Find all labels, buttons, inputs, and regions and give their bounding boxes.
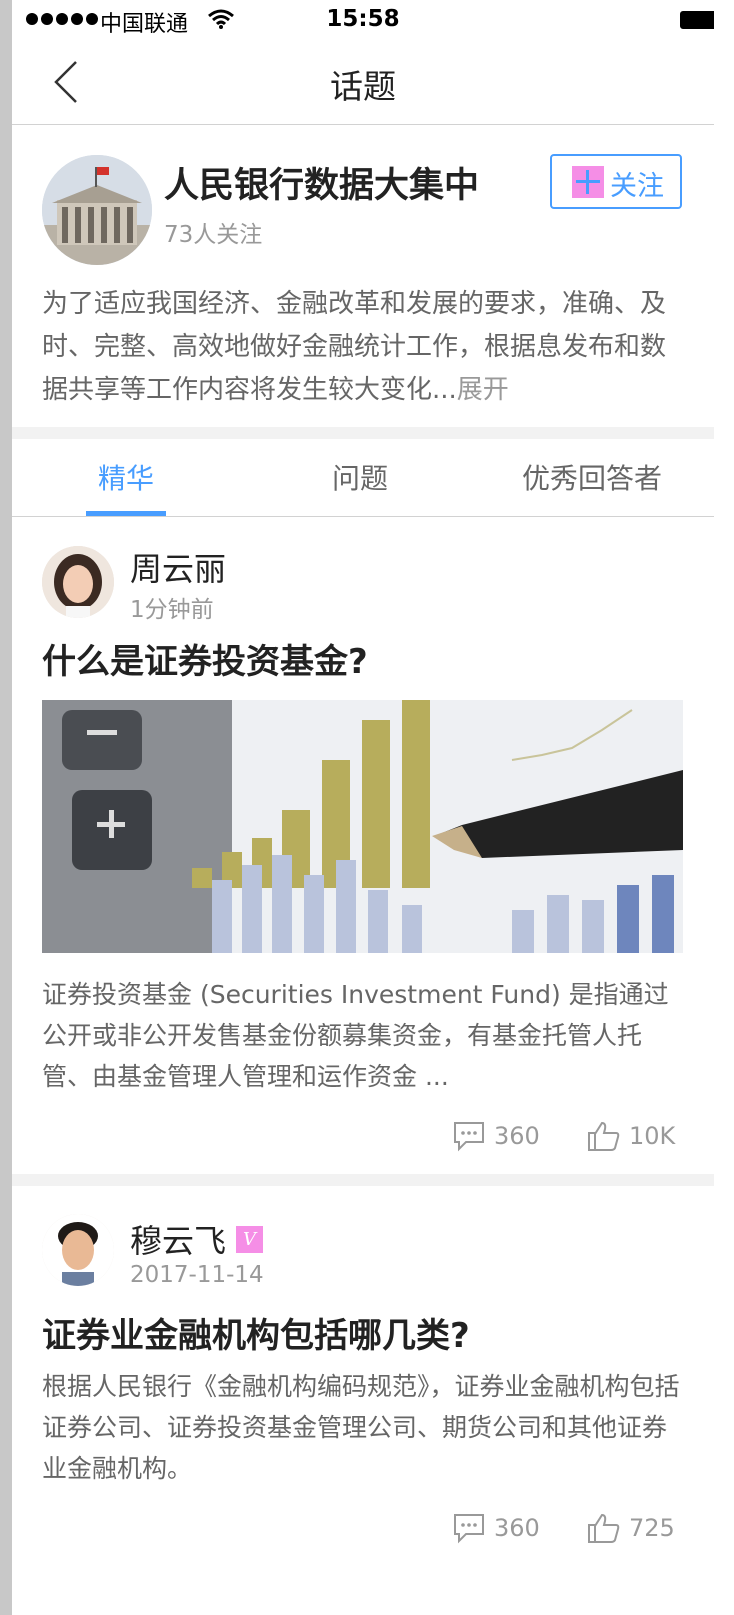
plus-icon: [572, 166, 604, 198]
status-bar: 中国联通 15:58: [12, 0, 714, 40]
post-time: 1分钟前: [130, 597, 214, 623]
thumbs-up-icon: [588, 1121, 620, 1151]
post-image[interactable]: [42, 700, 683, 953]
comment-icon: [454, 1514, 484, 1544]
tab-bar: 精华 问题 优秀回答者: [12, 437, 714, 517]
author-name[interactable]: 穆云飞: [130, 1216, 226, 1262]
follow-button[interactable]: 关注: [550, 154, 682, 209]
post-excerpt[interactable]: 根据人民银行《金融机构编码规范》，证券业金融机构包括证券公司、证券投资基金管理公…: [42, 1366, 690, 1489]
post-title[interactable]: 证券业金融机构包括哪几类?: [42, 1308, 470, 1357]
tab-featured[interactable]: 精华: [98, 457, 154, 497]
battery-icon: [680, 11, 714, 29]
expand-link[interactable]: 展开: [457, 375, 509, 405]
author-avatar[interactable]: [42, 1214, 114, 1286]
post-title[interactable]: 什么是证券投资基金?: [42, 634, 368, 683]
topic-header: 人民银行数据大集中 73人关注 关注 为了适应我国经济、金融改革和发展的要求，准…: [12, 125, 714, 427]
follow-button-label: 关注: [610, 171, 664, 202]
verified-badge-icon: V: [236, 1226, 263, 1253]
thumbs-up-icon: [588, 1513, 620, 1543]
like-count: 725: [629, 1514, 675, 1542]
comment-count: 360: [494, 1122, 540, 1150]
man-portrait-image: [42, 1214, 114, 1286]
comment-icon: [454, 1122, 484, 1152]
topic-title: 人民银行数据大集中: [164, 166, 480, 206]
topic-description: 为了适应我国经济、金融改革和发展的要求，准确、及时、完整、高效地做好金融统计工作…: [42, 283, 687, 412]
tab-top-answerers[interactable]: 优秀回答者: [522, 457, 662, 497]
topic-avatar: [42, 155, 152, 265]
topic-description-text: 为了适应我国经济、金融改革和发展的要求，准确、及时、完整、高效地做好金融统计工作…: [42, 289, 667, 405]
follower-count: 73人关注: [164, 222, 263, 248]
bank-building-image: [42, 155, 152, 265]
comment-stat[interactable]: 360: [452, 1512, 540, 1544]
author-name[interactable]: 周云丽: [130, 544, 226, 590]
like-stat[interactable]: 725: [587, 1512, 675, 1544]
woman-portrait-image: [42, 546, 114, 618]
comment-count: 360: [494, 1514, 540, 1542]
navigation-bar: 话题: [12, 40, 714, 125]
comment-stat[interactable]: 360: [452, 1120, 540, 1152]
left-gutter: [0, 0, 12, 1615]
tab-active-indicator: [86, 511, 166, 516]
right-gutter: [714, 0, 734, 1615]
author-avatar[interactable]: [42, 546, 114, 618]
like-count: 10K: [629, 1122, 676, 1150]
topic-screen: 中国联通 15:58 话题 人民银行数据大集中 73人关注 关注 为了适应我国经…: [12, 0, 714, 1615]
finance-chart-photo: [42, 700, 683, 953]
post-date: 2017-11-14: [130, 1262, 264, 1288]
like-stat[interactable]: 10K: [587, 1120, 675, 1152]
page-title: 话题: [330, 67, 396, 106]
status-time: 15:58: [326, 6, 400, 32]
tab-questions[interactable]: 问题: [332, 457, 388, 497]
post-excerpt[interactable]: 证券投资基金 (Securities Investment Fund) 是指通过…: [42, 974, 690, 1097]
section-divider: [12, 1174, 714, 1186]
